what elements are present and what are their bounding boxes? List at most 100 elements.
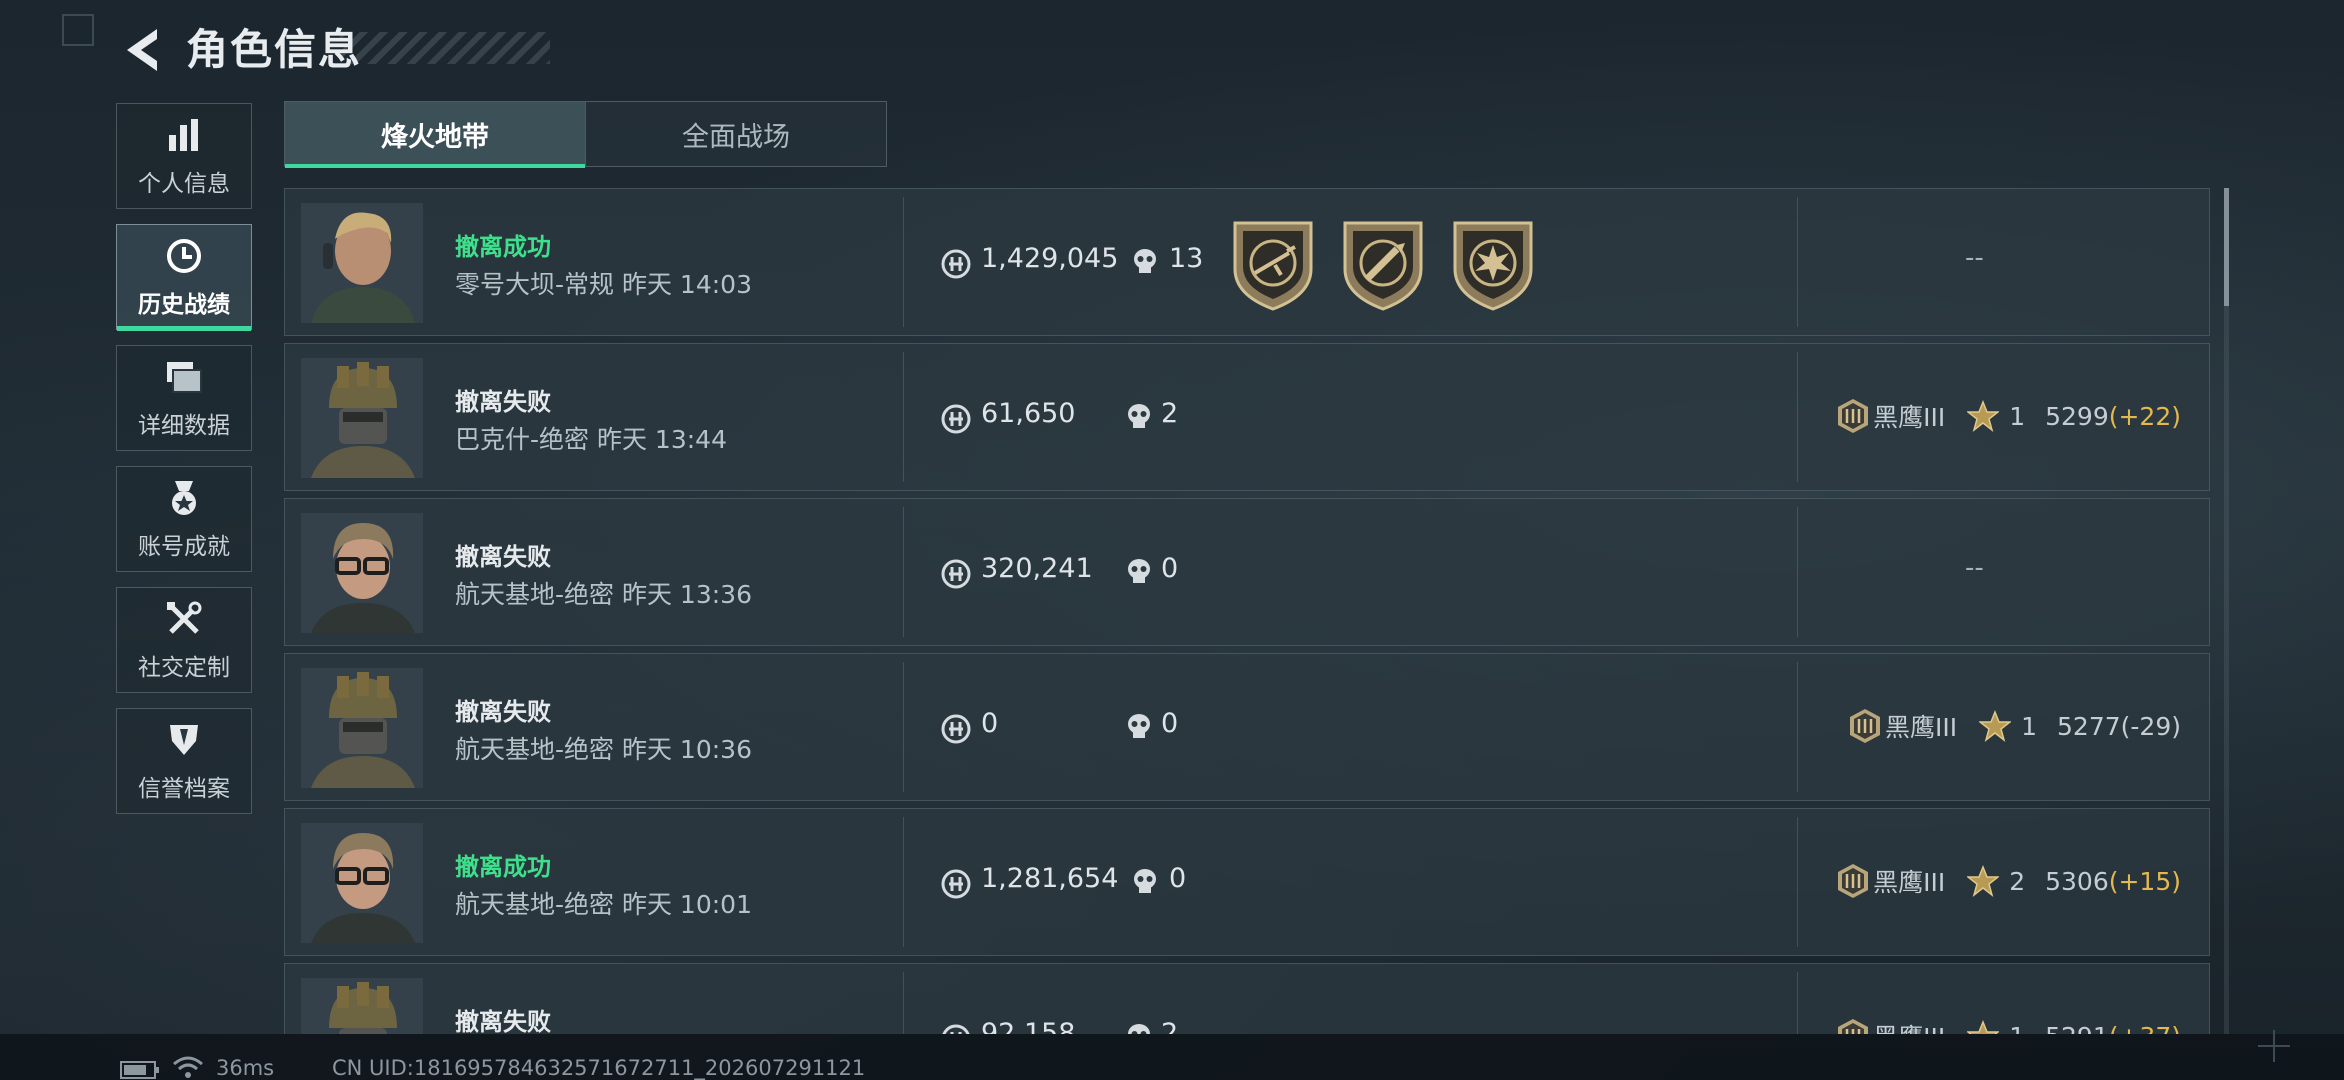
map-name: 航天基地-绝密 <box>455 580 615 609</box>
sidebar-item-achievements[interactable]: 账号成就 <box>116 466 252 572</box>
skull-icon <box>1128 404 1150 428</box>
network-latency: 36ms <box>216 1056 275 1080</box>
divider <box>903 197 904 327</box>
match-row[interactable]: 撤离成功 零号大坝-常规 昨天 14:03 1,429,045 13 -- <box>284 188 2210 336</box>
sidebar-item-profile[interactable]: 个人信息 <box>116 103 252 209</box>
skull-icon <box>1134 869 1156 893</box>
sidebar-item-credit[interactable]: 信誉档案 <box>116 708 252 814</box>
rank-info: 黑鹰III 2 5306 (+15) <box>1835 863 2181 899</box>
divider <box>1797 507 1798 637</box>
match-time: 昨天 10:01 <box>621 890 752 919</box>
match-row[interactable]: 撤离失败 航天基地-绝密 昨天 13:36 320,241 0 -- <box>284 498 2210 646</box>
tools-icon <box>167 601 202 634</box>
match-time: 昨天 13:36 <box>621 580 752 609</box>
medal-icon <box>172 481 196 515</box>
rank-score: 5299 <box>2045 401 2109 431</box>
divider <box>903 507 904 637</box>
sidebar-item-label: 账号成就 <box>138 534 230 560</box>
match-time: 昨天 10:36 <box>621 735 752 764</box>
money-value: 320,241 <box>981 553 1093 584</box>
operator-portrait <box>301 358 423 478</box>
star-icon <box>1979 711 2011 741</box>
medal-group <box>1229 217 1537 311</box>
operator-portrait <box>301 823 423 943</box>
coin-icon <box>941 559 971 589</box>
divider <box>903 817 904 947</box>
money-value: 0 <box>981 708 999 739</box>
coin-icon <box>941 714 971 744</box>
rank-info: 黑鹰III 1 5277 (-29) <box>1847 708 2181 744</box>
skull-icon <box>1134 249 1156 273</box>
money-value: 1,429,045 <box>981 243 1119 274</box>
match-row[interactable]: 撤离失败 92,158 2 黑鹰III 1 5291(+37) <box>284 963 2210 1034</box>
map-name: 零号大坝-常规 <box>455 270 615 299</box>
extraction-status: 撤离成功 <box>455 233 551 261</box>
rank-placeholder: -- <box>1965 243 1984 273</box>
extraction-status: 撤离失败 <box>455 543 551 571</box>
rank-stars: 2 <box>2009 866 2026 896</box>
divider <box>1797 972 1798 1034</box>
tab-full-battlefield[interactable]: 全面战场 <box>585 102 886 166</box>
kill-count: 13 <box>1169 243 1204 274</box>
sidebar-item-history[interactable]: 历史战绩 <box>116 224 252 331</box>
map-and-time: 航天基地-绝密 昨天 10:36 <box>455 730 752 766</box>
star-icon <box>1967 1021 1999 1034</box>
divider <box>903 972 904 1034</box>
map-and-time: 航天基地-绝密 昨天 13:36 <box>455 575 752 611</box>
wifi-icon <box>173 1056 203 1078</box>
rank-info: 黑鹰III 1 5299 (+22) <box>1835 398 2181 434</box>
map-name: 航天基地-绝密 <box>455 735 615 764</box>
map-and-time: 巴克什-绝密 昨天 13:44 <box>455 420 727 456</box>
crosshair-icon <box>2258 1030 2290 1062</box>
scrollbar-thumb[interactable] <box>2224 188 2229 306</box>
rifle-medal-icon[interactable] <box>1229 217 1317 311</box>
match-row[interactable]: 撤离成功 航天基地-绝密 昨天 10:01 1,281,654 0 黑鹰III … <box>284 808 2210 956</box>
match-row[interactable]: 撤离失败 航天基地-绝密 昨天 10:36 0 0 黑鹰III 1 5277 (-… <box>284 653 2210 801</box>
map-name: 航天基地-绝密 <box>455 890 615 919</box>
title-decoration <box>340 32 550 64</box>
money-value: 92,158 <box>981 1018 1076 1034</box>
sidebar: 个人信息 历史战绩 详细数据 账号成就 社交定制 信誉档案 <box>116 103 254 829</box>
kill-count: 0 <box>1161 553 1179 584</box>
rank-score: 5291 <box>2045 1022 2109 1035</box>
extraction-status: 撤离失败 <box>455 698 551 726</box>
missile-medal-icon[interactable] <box>1339 217 1427 311</box>
corner-decoration <box>62 14 94 46</box>
rank-info: 黑鹰III 1 5291(+37) <box>1835 1018 2181 1034</box>
page-title: 角色信息 <box>186 25 363 74</box>
divider <box>1797 352 1798 482</box>
rank-name: 黑鹰III <box>1873 868 1946 897</box>
money-value: 61,650 <box>981 398 1076 429</box>
skull-icon <box>1128 1024 1150 1034</box>
map-and-time: 航天基地-绝密 昨天 10:01 <box>455 885 752 921</box>
match-time: 昨天 14:03 <box>621 270 752 299</box>
list-scrollbar[interactable] <box>2224 188 2229 1034</box>
sidebar-item-details[interactable]: 详细数据 <box>116 345 252 451</box>
rank-stars: 1 <box>2009 401 2026 431</box>
rank-delta: (+37) <box>2109 1022 2181 1035</box>
rank-name: 黑鹰III <box>1873 1018 1945 1034</box>
map-name: 巴克什-绝密 <box>455 425 590 454</box>
divider <box>903 352 904 482</box>
skull-icon <box>1128 714 1150 738</box>
operator-portrait <box>301 203 423 323</box>
divider <box>1797 197 1798 327</box>
sidebar-item-label: 详细数据 <box>138 413 230 439</box>
divider <box>1797 662 1798 792</box>
tab-warzone[interactable]: 烽火地带 <box>285 102 585 168</box>
rank-name: 黑鹰III <box>1873 403 1946 432</box>
sidebar-item-label: 社交定制 <box>138 655 230 681</box>
clock-icon <box>167 239 201 273</box>
coin-icon <box>941 404 971 434</box>
money-value: 1,281,654 <box>981 863 1119 894</box>
back-button[interactable] <box>112 22 172 78</box>
mode-tabs: 烽火地带 全面战场 <box>284 101 887 168</box>
match-row[interactable]: 撤离失败 巴克什-绝密 昨天 13:44 61,650 2 黑鹰III 1 52… <box>284 343 2210 491</box>
explosion-medal-icon[interactable] <box>1449 217 1537 311</box>
rank-delta: (+15) <box>2108 866 2181 896</box>
sidebar-item-social[interactable]: 社交定制 <box>116 587 252 693</box>
operator-portrait <box>301 513 423 633</box>
operator-portrait <box>301 668 423 788</box>
kill-count: 0 <box>1169 863 1187 894</box>
rank-emblem-icon <box>1836 863 1870 899</box>
